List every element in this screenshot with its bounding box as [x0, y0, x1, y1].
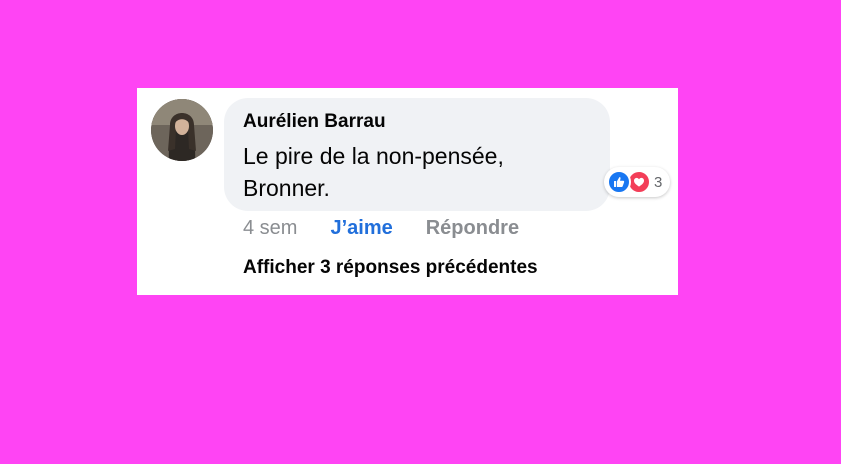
- avatar-photo: [151, 99, 213, 161]
- like-button[interactable]: J’aime: [330, 217, 392, 240]
- reactions-summary[interactable]: 3: [604, 167, 671, 197]
- show-previous-replies-button[interactable]: Afficher 3 réponses précédentes: [243, 257, 538, 279]
- comment-actions: 4 sem J’aime Répondre: [243, 216, 519, 240]
- comment-text: Le pire de la non-pensée, Bronner.: [243, 143, 504, 201]
- like-icon: [607, 170, 631, 194]
- comment-author[interactable]: Aurélien Barrau: [243, 111, 386, 133]
- comment-bubble: Aurélien Barrau Le pire de la non-pensée…: [224, 98, 610, 211]
- comment-card: Aurélien Barrau Le pire de la non-pensée…: [137, 88, 678, 295]
- comment-timestamp[interactable]: 4 sem: [243, 217, 297, 240]
- reply-button[interactable]: Répondre: [426, 217, 519, 240]
- reaction-count: 3: [654, 173, 663, 191]
- avatar[interactable]: [151, 99, 213, 161]
